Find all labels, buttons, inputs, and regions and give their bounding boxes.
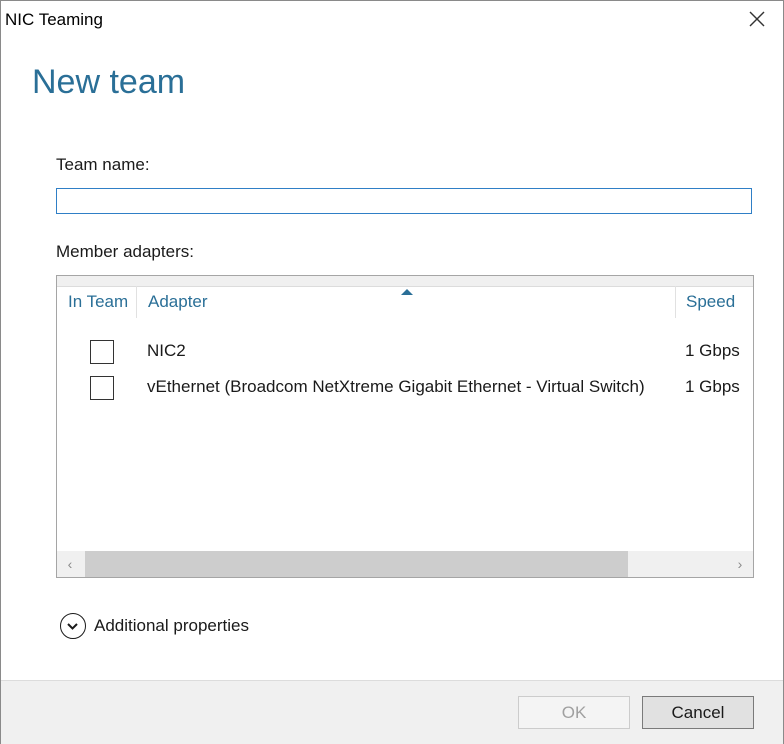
window-title: NIC Teaming [5,10,103,29]
adapter-name: NIC2 [147,341,186,360]
table-row[interactable]: NIC2 1 Gbps [57,336,753,370]
close-icon [749,11,765,27]
cancel-button[interactable]: Cancel [642,696,754,729]
column-separator[interactable] [675,286,676,318]
title-bar: NIC Teaming [1,1,783,39]
dialog-footer: OK Cancel [1,680,783,744]
grid-header-strip [57,276,753,287]
sort-ascending-icon [401,289,413,295]
additional-properties-label: Additional properties [94,616,249,635]
chevron-down-circle-icon [60,613,86,639]
adapter-name: vEthernet (Broadcom NetXtreme Gigabit Et… [147,377,645,396]
close-button[interactable] [745,7,769,31]
nic-teaming-dialog: NIC Teaming New team Team name: Member a… [0,0,784,744]
ok-button[interactable]: OK [518,696,630,729]
team-name-label: Team name: [56,155,150,174]
chevron-down-icon [67,623,78,630]
member-adapters-grid: In Team Adapter Speed NIC2 1 Gbps vEther… [56,275,754,578]
column-separator[interactable] [136,286,137,318]
team-name-input[interactable] [56,188,752,214]
in-team-checkbox[interactable] [90,376,114,400]
column-header-speed[interactable]: Speed [686,292,735,312]
scroll-left-icon[interactable]: ‹ [61,555,79,573]
scrollbar-thumb[interactable] [85,551,628,577]
page-title: New team [32,63,186,101]
adapter-speed: 1 Gbps [685,341,740,360]
horizontal-scrollbar[interactable]: ‹ › [57,551,753,577]
scroll-right-icon[interactable]: › [731,555,749,573]
adapter-speed: 1 Gbps [685,377,740,396]
table-row[interactable]: vEthernet (Broadcom NetXtreme Gigabit Et… [57,372,753,406]
in-team-checkbox[interactable] [90,340,114,364]
column-header-in-team[interactable]: In Team [68,292,128,312]
column-header-adapter[interactable]: Adapter [148,292,208,312]
member-adapters-label: Member adapters: [56,242,194,261]
